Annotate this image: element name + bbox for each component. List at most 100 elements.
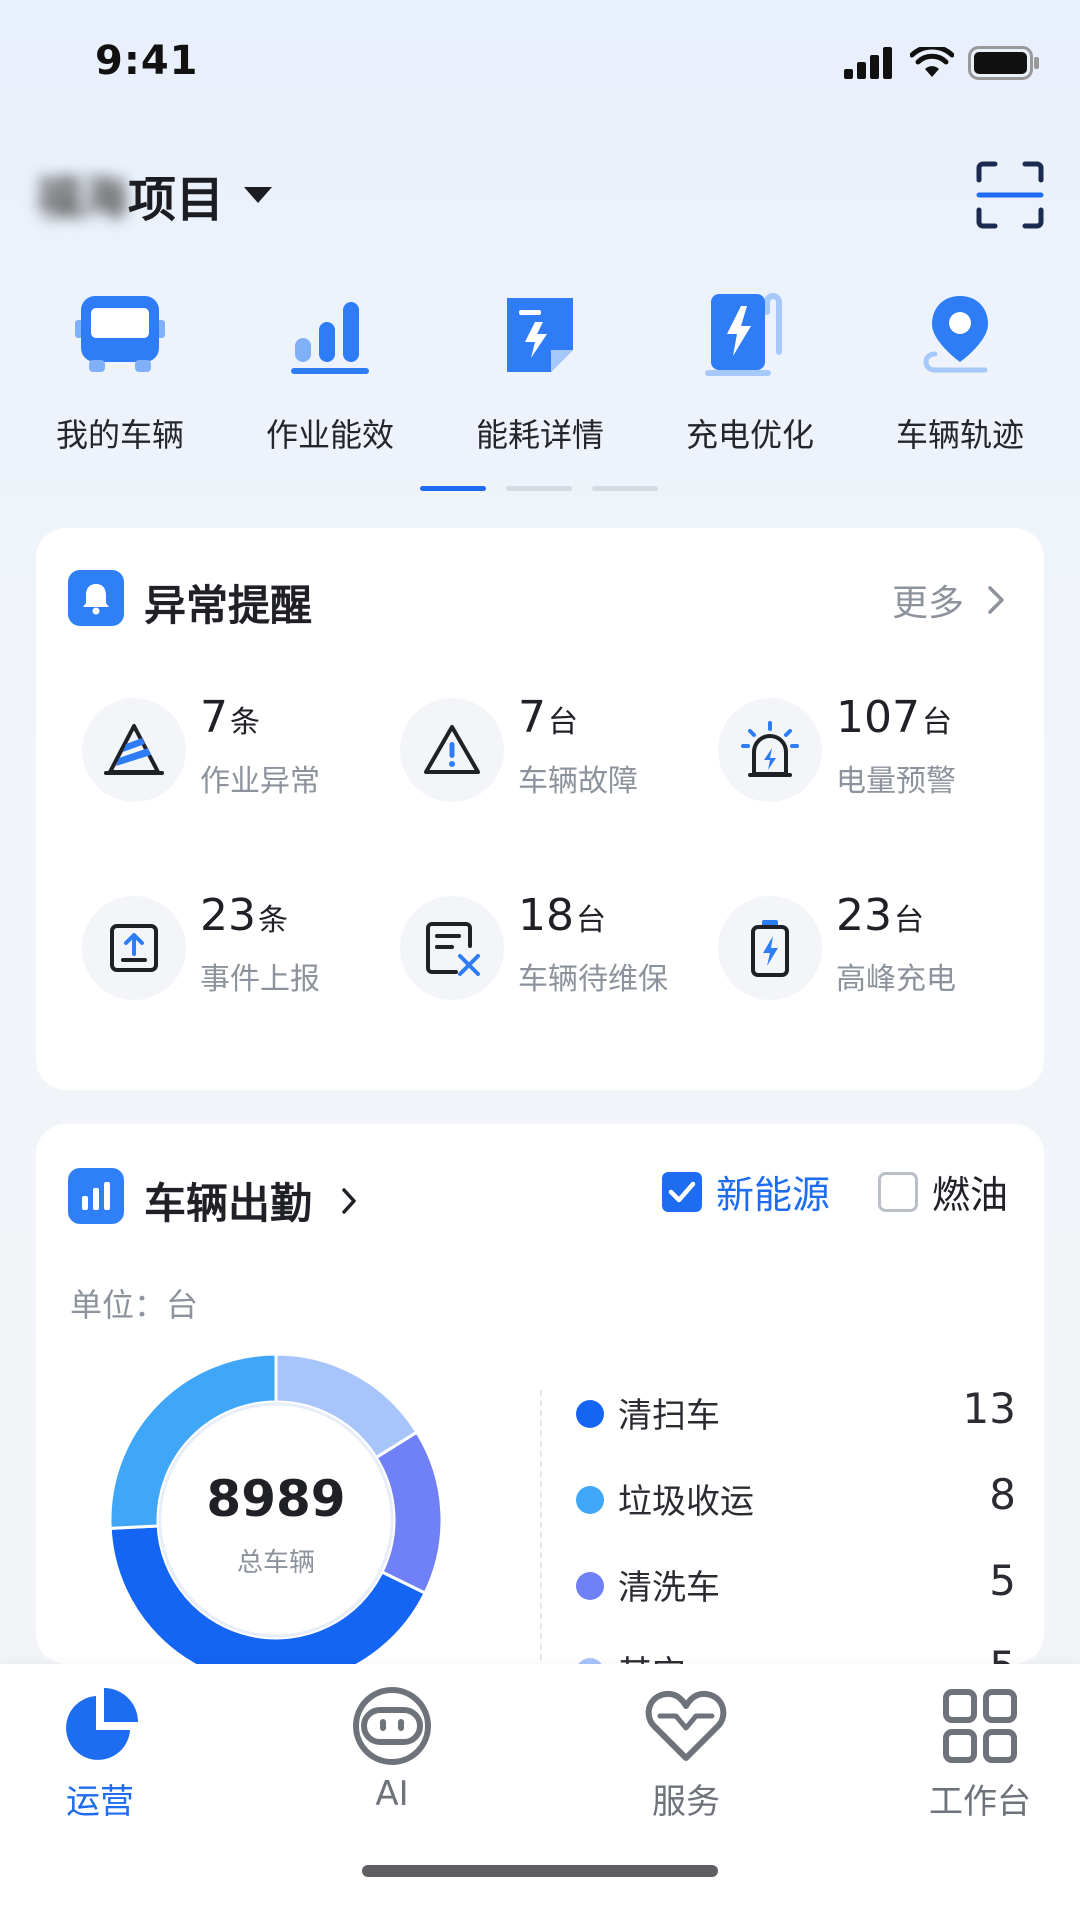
- status-time: 9:41: [95, 38, 199, 84]
- legend-dot: [576, 1400, 604, 1428]
- attendance-card: 车辆出勤 新能源 燃油 单位：台 8989 总车辆 清扫车 13 垃圾收运 8 清洗车 5…: [36, 1124, 1044, 1664]
- bus-icon: [75, 290, 165, 380]
- legend-divider: [540, 1390, 542, 1664]
- filter-label: 燃油: [932, 1173, 1009, 1217]
- alert-value: 18: [518, 890, 574, 941]
- tab-workbench[interactable]: 工作台: [880, 1684, 1080, 1823]
- alert-value: 107: [836, 692, 920, 743]
- upload-icon: [82, 896, 186, 1000]
- total-vehicles-value: 8989: [206, 1470, 346, 1528]
- energy-doc-icon: [495, 290, 585, 380]
- maintenance-icon: [400, 896, 504, 1000]
- alert-label: 作业异常: [200, 764, 320, 799]
- tab-label: 服务: [652, 1782, 720, 1822]
- legend-item[interactable]: 其它 5: [576, 1640, 1016, 1664]
- legend-item[interactable]: 清扫车 13: [576, 1382, 1016, 1442]
- alert-label: 高峰充电: [836, 962, 956, 997]
- traffic-cone-icon: [82, 698, 186, 802]
- legend-dot: [576, 1572, 604, 1600]
- legend-value: 5: [989, 1556, 1016, 1605]
- grid-icon: [938, 1684, 1022, 1768]
- tab-label: 运营: [66, 1782, 134, 1822]
- filter-fuel[interactable]: 燃油: [878, 1164, 1008, 1219]
- legend-item[interactable]: 清洗车 5: [576, 1554, 1016, 1614]
- checkbox-checked-icon: [662, 1171, 702, 1212]
- alert-label: 事件上报: [200, 962, 320, 997]
- alert-unit: 台: [894, 903, 924, 938]
- nav-charging-optimization[interactable]: 充电优化: [645, 290, 855, 456]
- alerts-card: 异常提醒 更多 7条 作业异常 7台 车辆故障 107台 电量预警 23条 事件…: [36, 528, 1044, 1090]
- alert-pending-maintenance[interactable]: 18台 车辆待维保: [400, 890, 700, 1006]
- nav-label: 能耗详情: [475, 416, 604, 454]
- page-dot: [506, 486, 572, 491]
- more-link[interactable]: 更多: [892, 574, 1006, 626]
- legend-item[interactable]: 垃圾收运 8: [576, 1468, 1016, 1528]
- project-selector[interactable]: 福海 项目: [36, 160, 273, 230]
- bell-icon: [68, 570, 124, 626]
- filter-new-energy[interactable]: 新能源: [662, 1164, 830, 1219]
- alert-label: 车辆待维保: [518, 962, 668, 997]
- battery-charge-icon: [718, 896, 822, 1000]
- tab-label: 工作台: [929, 1782, 1031, 1822]
- total-vehicles-label: 总车辆: [236, 1548, 315, 1578]
- legend-label: 清扫车: [618, 1396, 720, 1436]
- alert-unit: 条: [230, 705, 260, 740]
- heart-icon: [644, 1684, 728, 1768]
- alert-battery-warning[interactable]: 107台 电量预警: [718, 692, 1018, 808]
- nav-my-vehicles[interactable]: 我的车辆: [15, 290, 225, 456]
- attendance-title: 车辆出勤: [144, 1179, 313, 1228]
- alert-event-report[interactable]: 23条 事件上报: [82, 890, 382, 1006]
- nav-label: 作业能效: [265, 416, 394, 454]
- page-dot: [592, 486, 658, 491]
- bar-chart-icon: [68, 1168, 124, 1224]
- alert-unit: 条: [258, 903, 288, 938]
- wifi-icon: [910, 47, 954, 77]
- pie-chart-icon: [58, 1684, 142, 1768]
- legend-label: 清洗车: [618, 1568, 720, 1608]
- alert-peak-charging[interactable]: 23台 高峰充电: [718, 890, 1018, 1006]
- project-name-blurred: 福海: [36, 171, 128, 225]
- nav-energy-details[interactable]: 能耗详情: [435, 290, 645, 456]
- legend-dot: [576, 1486, 604, 1514]
- unit-label: 单位：台: [70, 1286, 199, 1324]
- attendance-title-link[interactable]: 车辆出勤: [144, 1170, 358, 1231]
- project-name-label: 项目: [128, 172, 225, 228]
- nav-work-efficiency[interactable]: 作业能效: [225, 290, 435, 456]
- legend-value: 5: [989, 1642, 1016, 1664]
- alert-unit: 台: [548, 705, 578, 740]
- tab-ai[interactable]: AI: [292, 1684, 492, 1814]
- legend-label: 垃圾收运: [618, 1482, 754, 1522]
- tab-operations[interactable]: 运营: [0, 1684, 200, 1823]
- alert-vehicle-fault[interactable]: 7台 车辆故障: [400, 692, 700, 808]
- scan-icon[interactable]: [975, 160, 1045, 230]
- alert-value: 7: [200, 692, 228, 743]
- chevron-right-icon: [342, 1187, 356, 1214]
- nav-label: 车辆轨迹: [895, 416, 1024, 454]
- charging-station-icon: [705, 290, 795, 380]
- alert-unit: 台: [576, 903, 606, 938]
- signal-icon: [844, 47, 892, 79]
- warning-triangle-icon: [400, 698, 504, 802]
- chevron-right-icon: [988, 586, 1004, 614]
- legend-value: 8: [989, 1470, 1016, 1519]
- nav-vehicle-track[interactable]: 车辆轨迹: [855, 290, 1065, 456]
- alert-work-abnormal[interactable]: 7条 作业异常: [82, 692, 382, 808]
- alert-label: 车辆故障: [518, 764, 638, 799]
- tab-service[interactable]: 服务: [586, 1684, 786, 1823]
- tab-label: AI: [375, 1774, 409, 1814]
- nav-label: 充电优化: [685, 416, 814, 454]
- robot-face-icon: [350, 1684, 434, 1768]
- caret-down-icon: [244, 187, 273, 203]
- alert-value: 7: [518, 692, 546, 743]
- alert-label: 电量预警: [836, 764, 956, 799]
- bar-chart-icon: [285, 290, 375, 380]
- nav-label: 我的车辆: [55, 416, 184, 454]
- page-indicator: [420, 486, 658, 491]
- alert-value: 23: [200, 890, 256, 941]
- legend-label: 其它: [618, 1646, 686, 1664]
- alert-value: 23: [836, 890, 892, 941]
- alerts-title: 异常提醒: [144, 581, 313, 630]
- more-label: 更多: [891, 583, 964, 624]
- battery-alarm-icon: [718, 698, 822, 802]
- header: 福海 项目: [0, 150, 1080, 230]
